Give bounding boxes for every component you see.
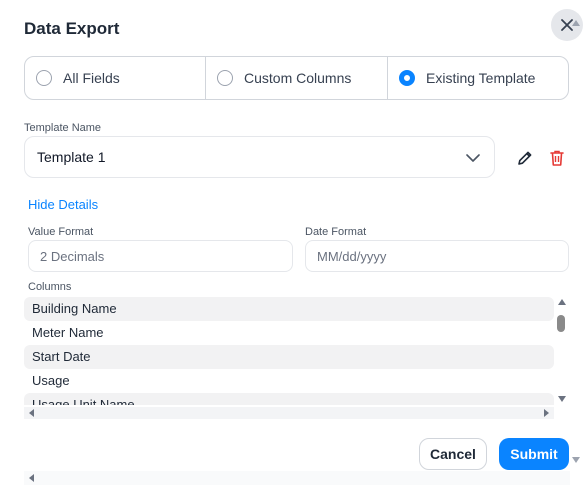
scroll-up-icon[interactable]	[571, 18, 581, 28]
scroll-right-icon[interactable]	[542, 409, 550, 417]
date-format-label: Date Format	[305, 226, 367, 238]
value-format-value: 2 Decimals	[40, 248, 105, 264]
list-item[interactable]: Usage	[24, 369, 554, 393]
list-scroll-down-icon[interactable]	[557, 394, 567, 404]
scroll-down-icon[interactable]	[571, 455, 581, 465]
list-horizontal-scrollbar[interactable]	[24, 407, 554, 419]
cancel-button[interactable]: Cancel	[419, 438, 487, 470]
template-select-value: Template 1	[37, 149, 106, 165]
trash-icon[interactable]	[549, 149, 565, 167]
radio-existing-template[interactable]: Existing Template	[388, 57, 568, 99]
columns-list: Building Name Meter Name Start Date Usag…	[24, 297, 554, 405]
date-format-value: MM/dd/yyyy	[317, 248, 387, 264]
chevron-down-icon	[466, 154, 480, 162]
template-select[interactable]: Template 1	[24, 136, 495, 178]
list-item[interactable]: Usage Unit Name	[24, 393, 554, 405]
radio-custom-columns[interactable]: Custom Columns	[206, 57, 388, 99]
value-format-label: Value Format	[28, 226, 94, 238]
pencil-icon[interactable]	[516, 149, 534, 167]
radio-circle-icon	[36, 70, 52, 86]
list-scroll-thumb[interactable]	[557, 315, 565, 332]
radio-label: Existing Template	[426, 70, 536, 86]
radio-label: Custom Columns	[244, 70, 352, 86]
list-scroll-up-icon[interactable]	[557, 297, 567, 307]
submit-button[interactable]: Submit	[499, 438, 569, 470]
list-item[interactable]: Meter Name	[24, 321, 554, 345]
scroll-left-icon[interactable]	[28, 409, 36, 417]
list-item[interactable]: Start Date	[24, 345, 554, 369]
radio-checked-icon	[399, 70, 415, 86]
radio-label: All Fields	[63, 70, 120, 86]
scroll-left-icon[interactable]	[28, 474, 36, 482]
radio-all-fields[interactable]: All Fields	[25, 57, 206, 99]
value-format-field[interactable]: 2 Decimals	[28, 240, 293, 272]
columns-label: Columns	[28, 281, 72, 293]
export-mode-radio-group: All Fields Custom Columns Existing Templ…	[24, 56, 569, 100]
hide-details-link[interactable]: Hide Details	[28, 197, 98, 212]
dialog-horizontal-scrollbar[interactable]	[24, 471, 570, 485]
radio-circle-icon	[217, 70, 233, 86]
date-format-field[interactable]: MM/dd/yyyy	[305, 240, 569, 272]
template-name-label: Template Name	[24, 122, 102, 134]
list-item[interactable]: Building Name	[24, 297, 554, 321]
page-title: Data Export	[24, 19, 120, 38]
